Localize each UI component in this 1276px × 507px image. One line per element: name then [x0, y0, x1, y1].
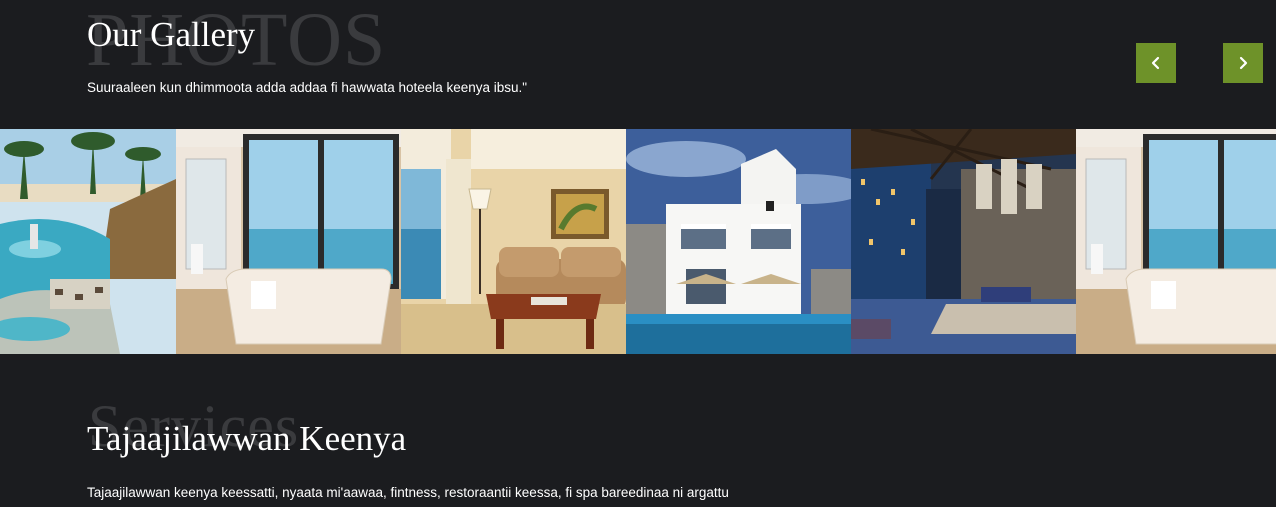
chevron-left-icon: [1151, 56, 1160, 70]
services-description: Tajaajilawwan keenya keessatti, nyaata m…: [87, 485, 729, 500]
gallery-photo-bathroom[interactable]: [176, 129, 401, 354]
chevron-right-icon: [1239, 56, 1248, 70]
gallery-carousel: [0, 129, 1276, 354]
gallery-photo-resort-pool[interactable]: [0, 129, 176, 354]
gallery-header: PHOTOS Our Gallery Suuraaleen kun dhimmo…: [0, 0, 1276, 129]
gallery-photo-bathroom-2[interactable]: [1076, 129, 1276, 354]
gallery-title: Our Gallery: [87, 15, 256, 54]
gallery-prev-button[interactable]: [1136, 43, 1176, 83]
services-section: Services Tajaajilawwan Keenya Tajaajilaw…: [0, 354, 1276, 507]
gallery-description: Suuraaleen kun dhimmoota adda addaa fi h…: [87, 80, 528, 95]
gallery-photo-hotel-room[interactable]: [401, 129, 626, 354]
services-title: Tajaajilawwan Keenya: [87, 419, 407, 458]
gallery-photo-white-villa[interactable]: [626, 129, 851, 354]
gallery-next-button[interactable]: [1223, 43, 1263, 83]
gallery-photo-hotel-lobby[interactable]: [851, 129, 1076, 354]
